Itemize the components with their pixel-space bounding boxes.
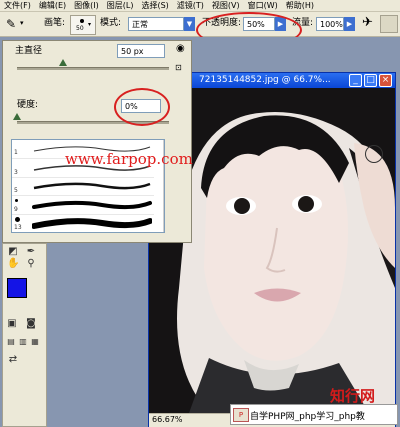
foreground-color-swatch[interactable] [7, 278, 27, 298]
brush-stroke-preview [33, 182, 151, 190]
tool-preset-arrow-icon[interactable]: ▾ [20, 19, 24, 27]
panel-menu-arrow-icon[interactable]: ◉ [176, 43, 185, 54]
palette-well[interactable] [380, 15, 398, 33]
brush-stroke-preview [32, 200, 152, 210]
brush-number: 13 [14, 224, 22, 231]
close-button[interactable]: × [379, 74, 392, 87]
menu-help[interactable]: 帮助(H) [282, 0, 318, 11]
brush-number: 1 [14, 149, 18, 156]
menu-select[interactable]: 选择(S) [137, 0, 172, 11]
banner-text: 自学PHP网_php学习_php教 [250, 412, 365, 422]
brush-preset-row[interactable]: 13 [12, 214, 154, 232]
brush-preset-picker[interactable]: 50 ▾ [70, 15, 96, 35]
quick-mask-icon[interactable]: ◙ [25, 318, 37, 330]
brush-number: 3 [14, 169, 18, 176]
brush-tip-dot-icon [15, 199, 18, 202]
menu-filter[interactable]: 滤镜(T) [173, 0, 208, 11]
menu-view[interactable]: 视图(V) [208, 0, 244, 11]
zoom-icon[interactable]: ⚲ [25, 258, 37, 270]
brush-number: 5 [14, 187, 18, 194]
standard-mode-icon[interactable]: ▣ [6, 318, 18, 330]
brush-preset-row[interactable]: 9 [12, 196, 154, 215]
mode-dropdown-button[interactable]: ▼ [184, 17, 195, 31]
eraser-icon[interactable]: ◩ [7, 246, 19, 258]
toolbox: ◩ ✒ ✋ ⚲ ▣ ◙ ▤ ▥ ▦ ⇄ [2, 243, 47, 427]
hand-icon[interactable]: ✋ [7, 258, 19, 270]
brush-preset-row[interactable]: 5 [12, 177, 154, 196]
zoom-readout: 66.67% [152, 415, 183, 424]
mode-label: 模式: [100, 18, 122, 28]
minimize-button[interactable]: _ [349, 74, 362, 87]
hardness-highlight-circle [114, 88, 170, 126]
flow-slider-button[interactable]: ▶ [344, 17, 355, 31]
mode-select[interactable]: 正常 [128, 17, 184, 31]
brush-cursor-circle [365, 145, 383, 163]
pen-icon[interactable]: ✒ [25, 246, 37, 258]
menu-image[interactable]: 图像(I) [70, 0, 103, 11]
jump-to-imageready-icon[interactable]: ⇄ [7, 354, 19, 366]
master-diameter-value: 50 px [121, 47, 144, 56]
hardness-label: 硬度: [17, 100, 39, 110]
brush-stroke-preview [32, 218, 152, 229]
menu-edit[interactable]: 编辑(E) [35, 0, 70, 11]
brush-label: 画笔: [44, 18, 66, 28]
menu-layer[interactable]: 图层(L) [103, 0, 138, 11]
screen-mode-full-menu-icon[interactable]: ▥ [17, 336, 29, 348]
watermark-text: www.farpop.com [65, 150, 193, 168]
flow-input[interactable]: 100% [316, 17, 344, 31]
screen-mode-full-icon[interactable]: ▦ [29, 336, 41, 348]
master-diameter-thumb[interactable] [58, 59, 67, 66]
menu-bar: 文件(F) 编辑(E) 图像(I) 图层(L) 选择(S) 滤镜(T) 视图(V… [0, 0, 400, 12]
brush-tip-icon [80, 19, 84, 23]
brush-tool-icon[interactable]: ✎ [6, 17, 16, 31]
brush-tip-dot-icon [15, 217, 20, 222]
master-diameter-input[interactable]: 50 px [117, 44, 165, 58]
brush-number: 9 [14, 206, 18, 213]
flow-value: 100% [320, 20, 343, 29]
menu-window[interactable]: 窗口(W) [244, 0, 282, 11]
corner-brand: 知行网 [330, 387, 376, 405]
hardness-thumb[interactable] [13, 113, 21, 120]
new-preset-icon[interactable]: ⊡ [175, 63, 182, 72]
menu-file[interactable]: 文件(F) [0, 0, 35, 11]
brush-size-readout: 50 [76, 25, 84, 32]
chevron-down-icon: ▾ [88, 21, 92, 28]
php-logo-icon: P [233, 408, 249, 422]
site-banner: P 自学PHP网_php学习_php教 [230, 404, 398, 425]
airbrush-icon[interactable]: ✈ [362, 15, 373, 30]
image-window-title: 72135144852.jpg @ 66.7%... [199, 75, 331, 85]
screen-mode-standard-icon[interactable]: ▤ [5, 336, 17, 348]
master-diameter-slider[interactable] [17, 67, 169, 70]
maximize-button[interactable]: □ [364, 74, 377, 87]
master-diameter-label: 主直径 [15, 46, 43, 56]
mode-value: 正常 [132, 20, 148, 29]
